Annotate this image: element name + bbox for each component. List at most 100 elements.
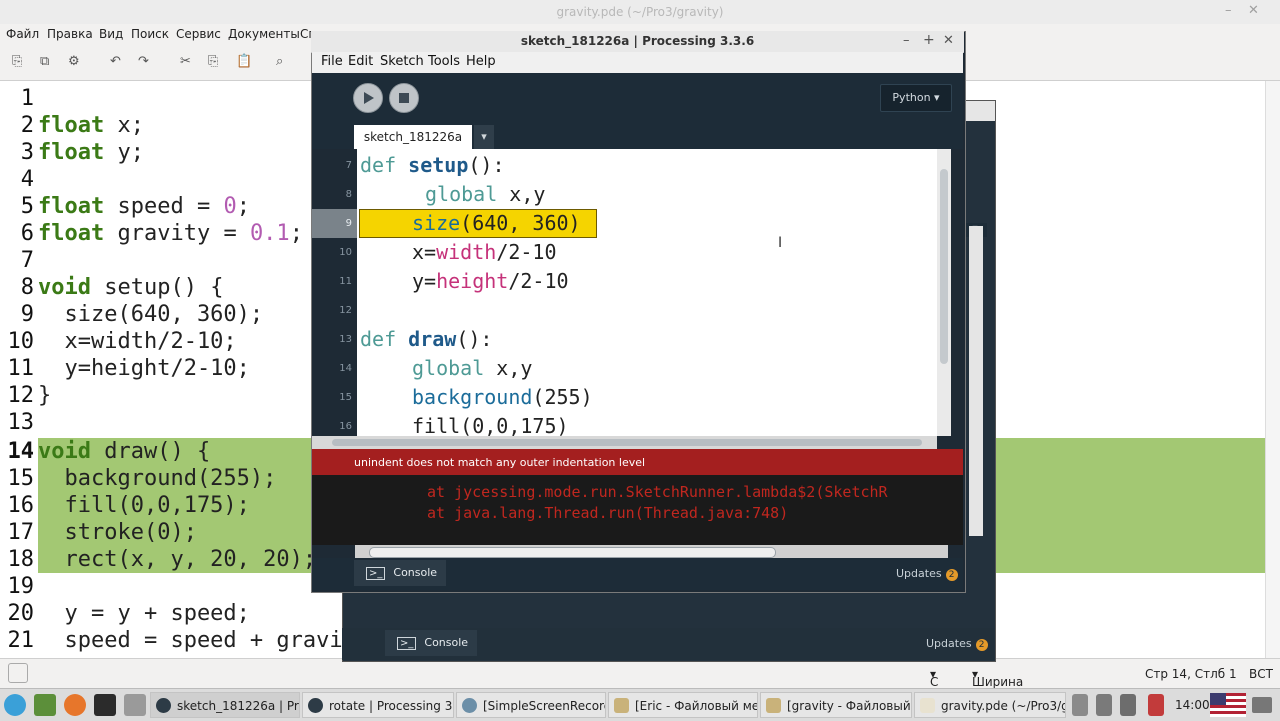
line-number: 18 <box>7 547 35 572</box>
console-horizontal-scrollbar[interactable] <box>355 545 948 558</box>
shield-icon[interactable] <box>1148 694 1164 716</box>
trash-icon[interactable] <box>1252 697 1272 713</box>
code-line: x=width/2-10; <box>38 329 237 354</box>
files-icon[interactable] <box>124 694 146 716</box>
code-line: fill(0,0,175) <box>412 414 569 436</box>
close-icon[interactable]: ✕ <box>1248 3 1259 18</box>
app-menu-icon[interactable] <box>4 694 26 716</box>
keyboard-layout-flag-icon[interactable] <box>1210 693 1246 717</box>
tab-sketch[interactable]: sketch_181226a <box>354 125 472 149</box>
network-icon[interactable] <box>1072 694 1088 716</box>
scroll-thumb[interactable] <box>332 439 922 446</box>
insert-mode: ВСТ <box>1249 667 1273 681</box>
code-line: void draw() { <box>38 439 211 464</box>
task-file-manager-eric[interactable]: [Eric - Файловый ме... <box>608 692 758 718</box>
play-icon <box>364 92 374 104</box>
scroll-thumb[interactable] <box>369 547 776 558</box>
menu-file[interactable]: Файл <box>6 27 39 41</box>
menu-search[interactable]: Поиск <box>131 27 169 41</box>
gutter-line-number: 7 <box>345 160 352 171</box>
menu-documents[interactable]: Документы <box>228 27 300 41</box>
task-screenrecorder[interactable]: [SimpleScreenRecord... <box>456 692 606 718</box>
folder-icon <box>614 698 629 713</box>
menu-tools[interactable]: Tools <box>428 54 460 69</box>
copy-icon[interactable]: ⎘ <box>208 54 218 69</box>
back-console-tab[interactable]: >_ Console <box>385 630 477 656</box>
gedit-titlebar: gravity.pde (~/Pro3/gravity) – ✕ <box>0 0 1280 25</box>
redo-icon[interactable]: ↷ <box>138 54 149 69</box>
new-document-icon[interactable]: ⎘ <box>12 54 22 69</box>
processing-window-title: sketch_181226a | Processing 3.3.6 <box>520 34 755 48</box>
console-output[interactable]: at jycessing.mode.run.SketchRunner.lambd… <box>312 475 963 545</box>
line-gutter: 7 8 9 10 11 12 13 14 15 16 <box>312 149 357 436</box>
menu-sketch[interactable]: Sketch <box>380 54 424 69</box>
gedit-scrollbar[interactable] <box>1265 81 1280 658</box>
back-updates[interactable]: Updates 2 <box>926 637 988 651</box>
console-line: at jycessing.mode.run.SketchRunner.lambd… <box>427 483 888 501</box>
stop-button[interactable] <box>389 83 419 113</box>
code-line: background(255); <box>38 466 277 491</box>
search-icon[interactable]: ⌕ <box>276 54 283 69</box>
menu-file[interactable]: File <box>321 54 343 69</box>
task-file-manager-gravity[interactable]: [gravity - Файловый ... <box>760 692 912 718</box>
cut-icon[interactable]: ✂ <box>180 54 191 69</box>
code-line: x=width/2-10 <box>412 240 557 264</box>
line-number: 21 <box>7 628 35 653</box>
sidebar-toggle-icon[interactable] <box>8 663 28 683</box>
tab-menu-button[interactable]: ▾ <box>474 125 494 149</box>
code-line: float x; <box>38 113 144 138</box>
code-line: float y; <box>38 140 144 165</box>
updates-button[interactable]: Updates 2 <box>896 567 958 581</box>
code-line: } <box>38 383 52 408</box>
processing-menubar: File Edit Sketch Tools Help <box>312 52 963 73</box>
error-bar: unindent does not match any outer indent… <box>312 449 963 475</box>
task-rotate[interactable]: rotate | Processing 3.... <box>302 692 454 718</box>
mode-selector[interactable]: Python ▾ <box>880 84 952 112</box>
menu-tools[interactable]: Сервис <box>176 27 221 41</box>
close-icon[interactable]: ✕ <box>943 33 954 48</box>
line-number: 10 <box>7 329 35 354</box>
code-line: def setup(): <box>360 153 505 177</box>
firefox-icon[interactable] <box>64 694 86 716</box>
sketch-code-editor[interactable]: def setup(): global x,y size(640, 360) x… <box>357 149 937 436</box>
code-vertical-scrollbar[interactable] <box>937 149 951 436</box>
task-gedit[interactable]: gravity.pde (~/Pro3/gr... <box>914 692 1066 718</box>
code-line: def draw(): <box>360 327 493 351</box>
gutter-line-number: 10 <box>339 247 352 258</box>
code-line: rect(x, y, 20, 20); <box>38 547 317 572</box>
clipboard-icon[interactable] <box>1096 694 1112 716</box>
line-number: 12 <box>7 383 35 408</box>
code-line: y=height/2-10 <box>412 269 569 293</box>
paste-icon[interactable]: 📋 <box>236 54 252 69</box>
minimize-icon[interactable]: – <box>1225 3 1232 18</box>
minimize-icon[interactable]: – <box>903 33 910 48</box>
scroll-thumb[interactable] <box>940 169 948 364</box>
gutter-line-number: 14 <box>339 363 352 374</box>
terminal-icon[interactable] <box>94 694 116 716</box>
menu-help[interactable]: Help <box>466 54 496 69</box>
menu-view[interactable]: Вид <box>99 27 123 41</box>
processing-toolbar: Python ▾ <box>312 73 963 125</box>
processing-footer: >_ Console Updates 2 <box>312 558 963 590</box>
line-number: 19 <box>7 574 35 599</box>
show-desktop-icon[interactable] <box>34 694 56 716</box>
line-number: 7 <box>20 248 34 273</box>
undo-icon[interactable]: ↶ <box>110 54 121 69</box>
line-number: 5 <box>20 194 34 219</box>
line-number: 11 <box>7 356 35 381</box>
tab-width-selector[interactable]: Ширина табуляции: 4 ▾ <box>972 667 1044 717</box>
copy-document-icon[interactable]: ⧉ <box>40 54 49 69</box>
console-line: at java.lang.Thread.run(Thread.java:748) <box>427 504 789 522</box>
menu-edit[interactable]: Правка <box>47 27 93 41</box>
clock[interactable]: 14:00 <box>1175 698 1210 712</box>
language-selector[interactable]: C ▾ <box>930 667 938 689</box>
run-button[interactable] <box>353 83 383 113</box>
document-settings-icon[interactable]: ⚙ <box>68 54 80 69</box>
task-sketch[interactable]: sketch_181226a | Pro... <box>150 692 300 718</box>
code-horizontal-scrollbar[interactable] <box>312 436 937 449</box>
back-scrollbar[interactable] <box>969 226 983 536</box>
volume-icon[interactable] <box>1120 694 1136 716</box>
maximize-icon[interactable]: + <box>923 32 935 48</box>
menu-edit[interactable]: Edit <box>348 54 373 69</box>
console-tab[interactable]: >_ Console <box>354 560 446 586</box>
